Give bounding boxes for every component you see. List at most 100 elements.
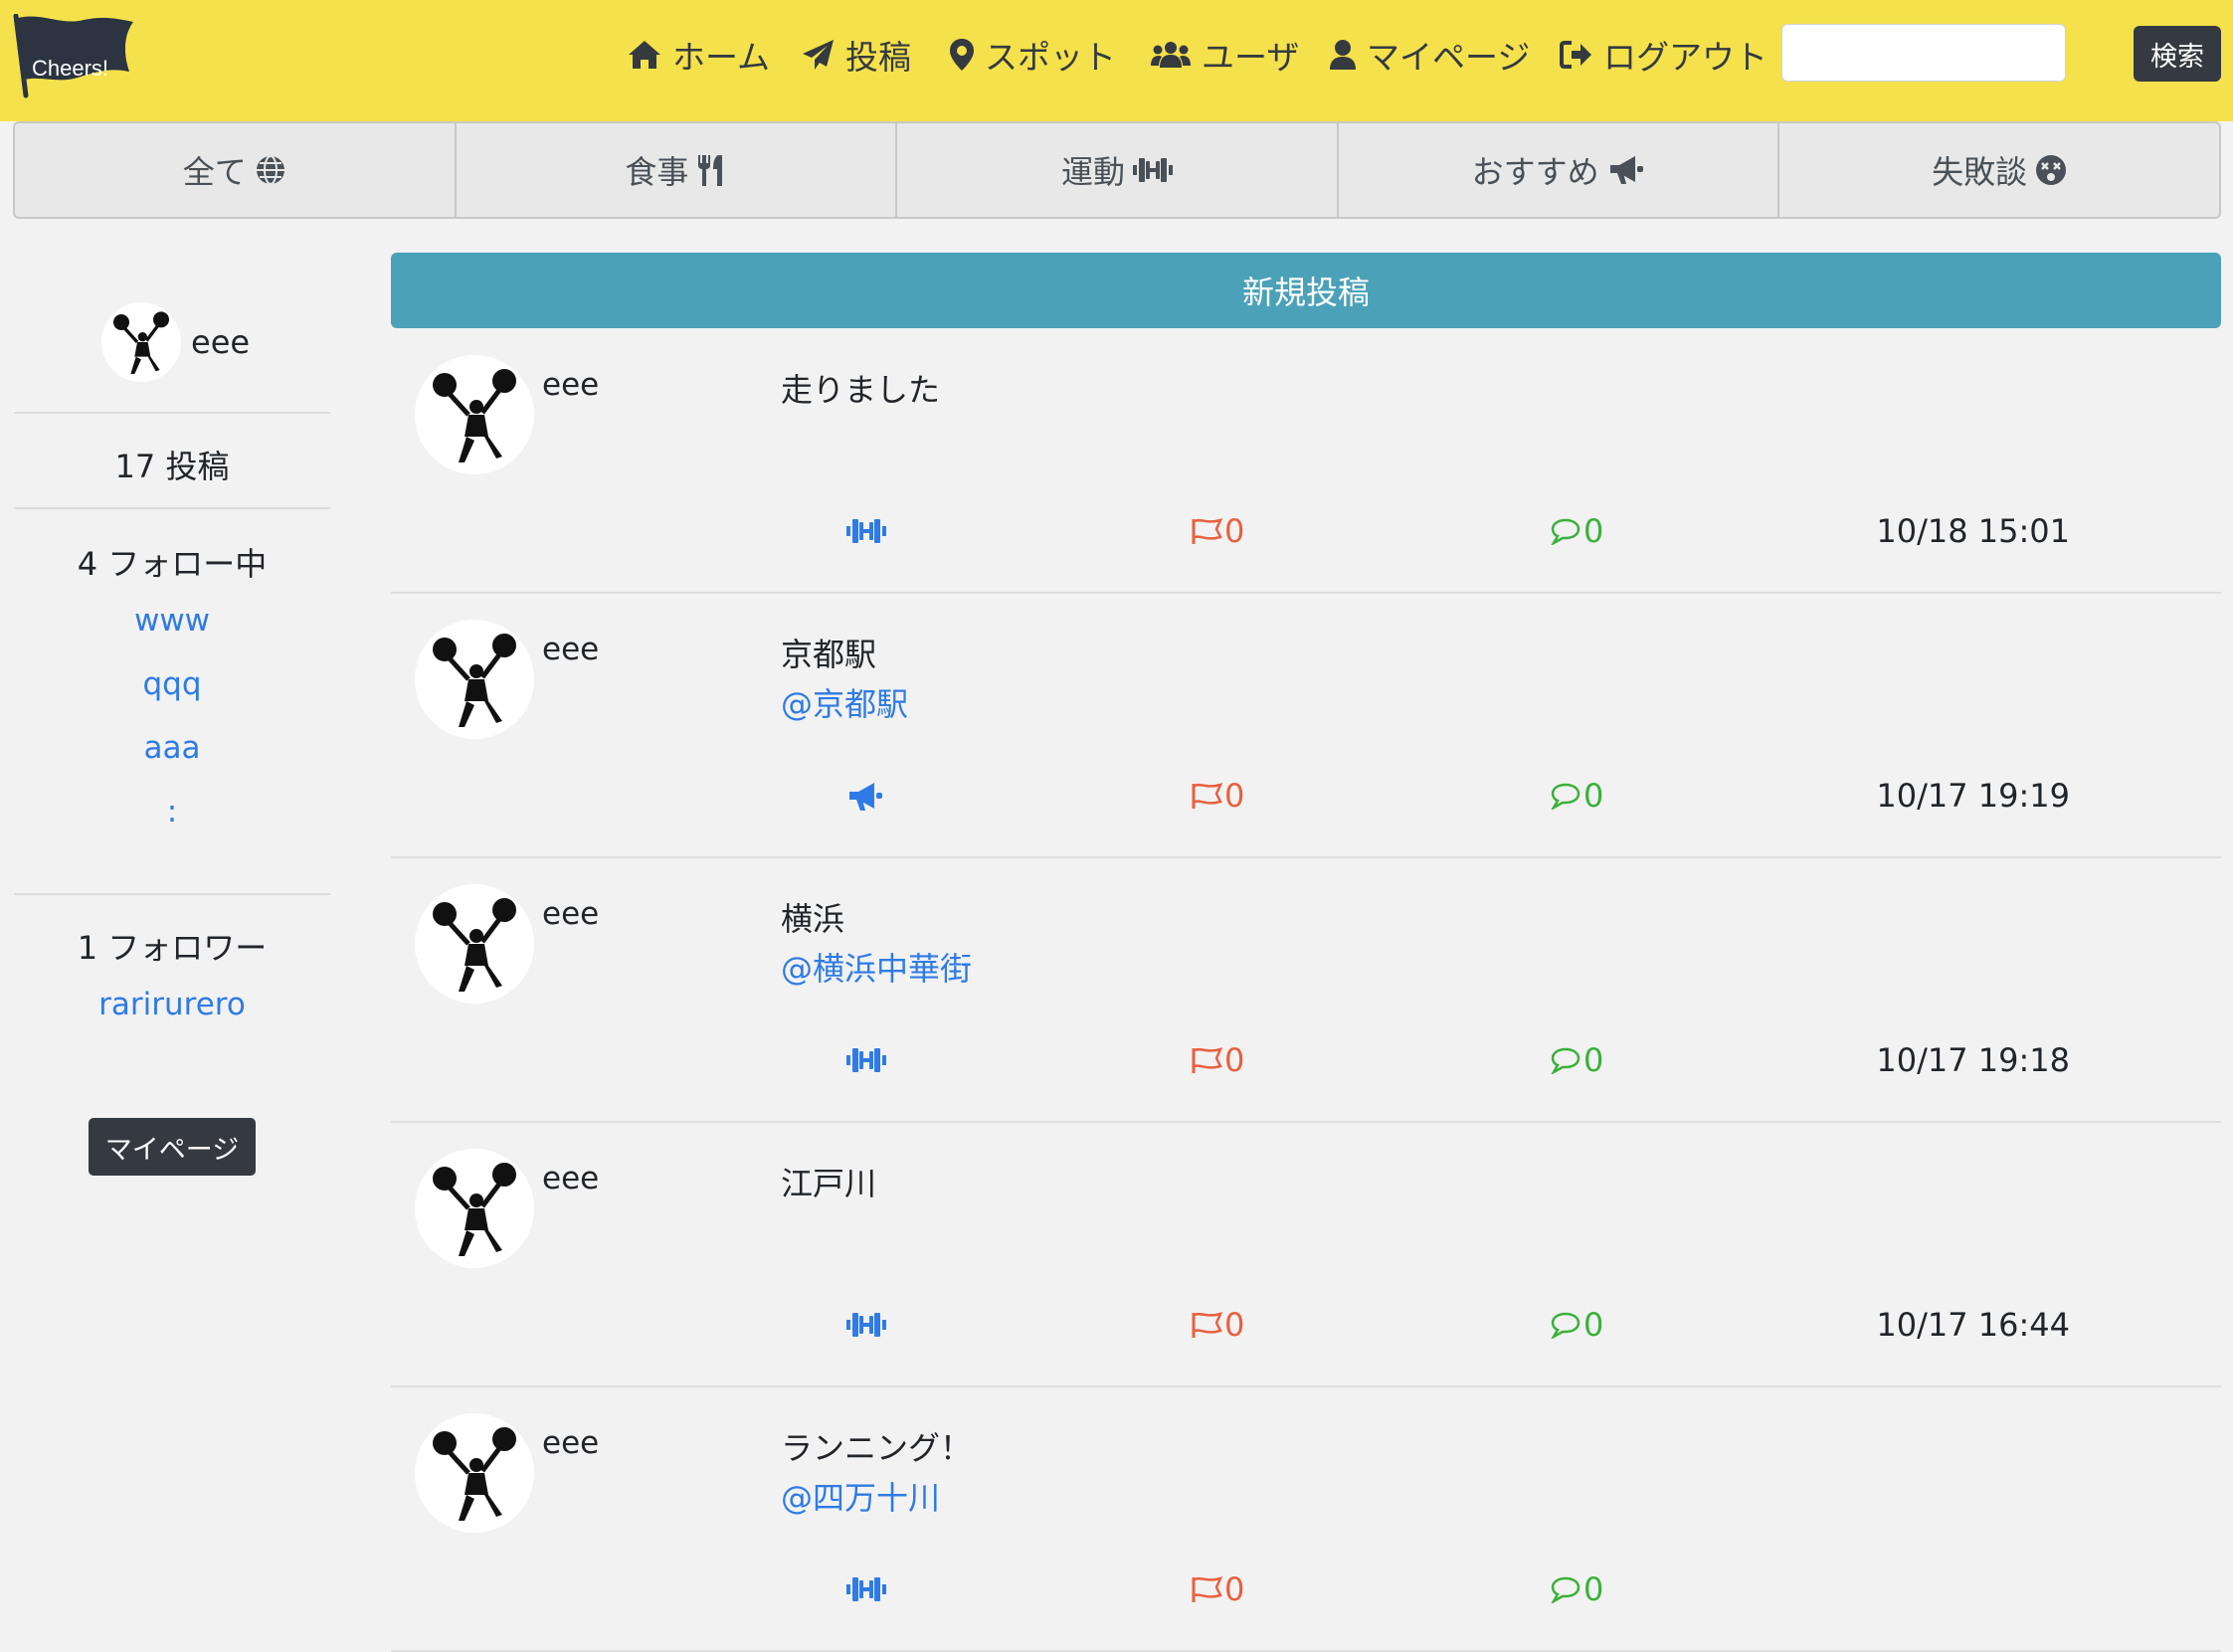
nav-post[interactable]: 投稿 [802,30,911,80]
nav-spot[interactable]: スポット [949,30,1116,80]
divider [14,412,330,414]
profile-summary[interactable]: eee [101,302,250,382]
mypage-button[interactable]: マイページ [89,1118,256,1176]
nav-home[interactable]: ホーム [627,30,770,80]
post-category[interactable] [846,1574,886,1604]
dumbbell-icon [846,519,886,543]
tab-all[interactable]: 全て [15,123,457,217]
following-count: 4 フォロー中 [77,545,268,583]
post-text[interactable]: 江戸川 [781,1159,876,1204]
post-count: 17 投稿 [114,448,230,485]
following-link[interactable]: www [14,603,330,639]
tab-failure[interactable]: 失敗談 [1779,123,2219,217]
following-more-link[interactable]: : [14,794,330,829]
post-spot-link[interactable]: @京都駅 [781,679,908,725]
flag-count: 0 [1224,512,1245,550]
comment-count: 0 [1583,777,1604,815]
comment-icon [1551,783,1581,810]
new-post-button[interactable]: 新規投稿 [391,253,2221,328]
avatar[interactable] [415,1413,534,1533]
profile-username[interactable]: eee [191,323,250,361]
comment-button[interactable]: 0 [1550,1041,1603,1079]
dumbbell-icon [846,1313,886,1337]
comment-button[interactable]: 0 [1550,1306,1603,1344]
flag-button[interactable]: 0 [1191,777,1244,815]
flag-button[interactable]: 0 [1191,1041,1244,1079]
post-username[interactable]: eee [542,896,599,932]
flag-count: 0 [1224,1306,1245,1344]
comment-count: 0 [1583,1570,1604,1608]
dumbbell-icon [1132,158,1173,182]
cheerleader-avatar-icon [101,302,181,382]
post-text[interactable]: 横浜 [781,894,844,940]
post-username[interactable]: eee [542,367,599,403]
comment-icon [1551,1576,1581,1603]
flag-icon [1192,518,1222,544]
post-spot-link[interactable]: @横浜中華街 [781,944,972,990]
post-category[interactable] [846,1045,886,1075]
post-category[interactable] [846,781,884,813]
post-category[interactable] [846,1310,886,1340]
comment-count: 0 [1583,1041,1604,1079]
following-link[interactable]: qqq [14,666,330,702]
utensils-icon [698,155,723,186]
flag-icon [1192,783,1222,809]
tab-failure-label: 失敗談 [1932,153,2028,191]
post-username[interactable]: eee [542,1161,599,1196]
comment-button[interactable]: 0 [1550,1570,1603,1608]
nav-users[interactable]: ユーザ [1150,30,1299,80]
avatar[interactable] [415,884,534,1004]
divider [14,507,330,509]
follower-link[interactable]: rarirurero [14,987,330,1022]
tab-exercise-label: 運動 [1060,153,1125,191]
avatar[interactable] [415,1149,534,1268]
flag-icon [1192,1576,1222,1602]
globe-icon [256,155,284,185]
comment-count: 0 [1583,512,1604,550]
home-icon [629,41,660,69]
comment-count: 0 [1583,1306,1604,1344]
dumbbell-icon [846,1577,886,1601]
dumbbell-icon [846,1048,886,1072]
avatar[interactable] [415,620,534,739]
comment-button[interactable]: 0 [1550,777,1603,815]
search-input[interactable] [1781,24,2066,82]
bullhorn-icon [1609,156,1643,184]
nav-mypage-label: マイページ [1367,38,1531,77]
nav-logout[interactable]: ログアウト [1560,30,1768,80]
nav-spot-label: スポット [985,38,1116,77]
avatar[interactable] [101,302,181,382]
cheers-logo[interactable]: Cheers! [12,14,135,99]
post-timestamp: 10/17 19:19 [1876,777,2070,815]
tab-recommend-label: おすすめ [1471,153,1599,191]
post-text[interactable]: 走りました [781,365,940,411]
post-username[interactable]: eee [542,632,599,667]
flag-button[interactable]: 0 [1191,1570,1244,1608]
tab-exercise[interactable]: 運動 [897,123,1339,217]
post-item: eee 走りました 0 0 10/18 15:01 [391,329,2221,594]
post-text[interactable]: ランニング！ [781,1423,972,1469]
tab-meal-label: 食事 [625,153,689,191]
following-link[interactable]: aaa [14,730,330,766]
post-item: eee 横浜 @横浜中華街 0 0 10/17 19:18 [391,858,2221,1123]
search-button[interactable]: 検索 [2134,26,2221,82]
sign-out-icon [1560,41,1591,69]
tab-meal[interactable]: 食事 [457,123,898,217]
followers-count: 1 フォロワー [77,929,268,967]
post-text[interactable]: 京都駅 [781,630,876,675]
post-spot-link[interactable]: @四万十川 [781,1473,940,1519]
flag-count: 0 [1224,1041,1245,1079]
post-username[interactable]: eee [542,1425,599,1461]
nav-mypage[interactable]: マイページ [1329,30,1530,80]
nav-logout-label: ログアウト [1603,38,1768,77]
flag-button[interactable]: 0 [1191,1306,1244,1344]
nav-home-label: ホーム [672,38,771,77]
flag-button[interactable]: 0 [1191,512,1244,550]
comment-button[interactable]: 0 [1550,512,1603,550]
comment-icon [1551,1312,1581,1339]
avatar[interactable] [415,355,534,474]
comment-icon [1551,518,1581,545]
post-timestamp: 10/17 19:18 [1876,1041,2070,1079]
post-category[interactable] [846,516,886,546]
tab-recommend[interactable]: おすすめ [1339,123,1780,217]
